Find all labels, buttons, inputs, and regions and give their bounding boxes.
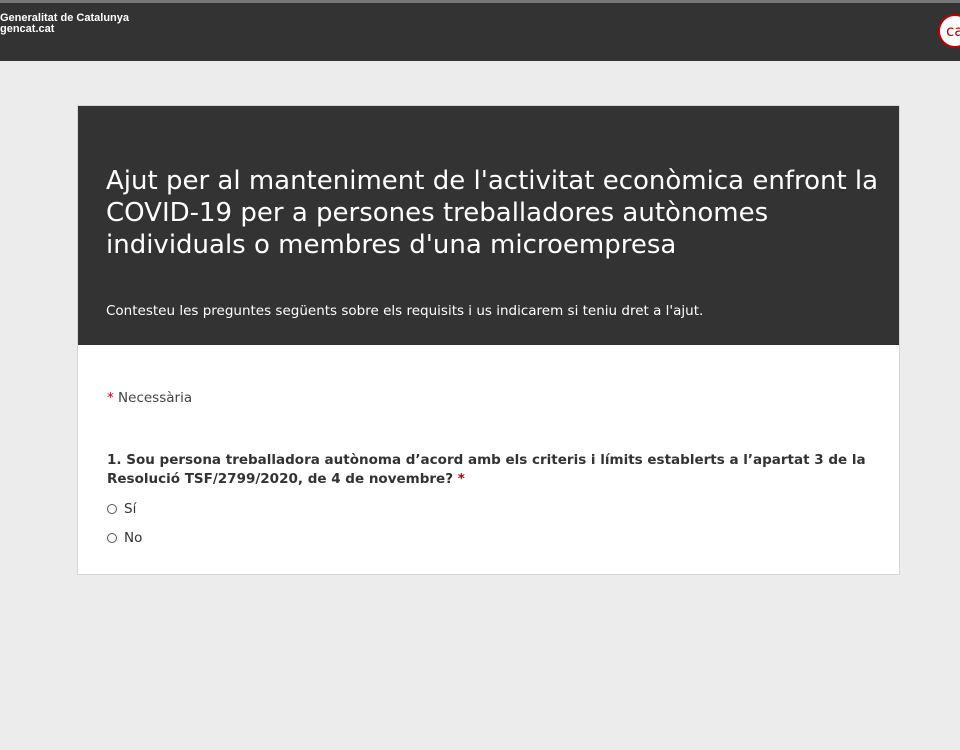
question-1-required-asterisk: * — [457, 471, 465, 487]
radio-no[interactable] — [107, 533, 117, 543]
radio-si[interactable] — [107, 504, 117, 514]
form-card: Ajut per al manteniment de l'activitat e… — [77, 105, 900, 575]
form-title: Ajut per al manteniment de l'activitat e… — [106, 166, 879, 260]
option-no-label: No — [124, 530, 143, 546]
form-header: Ajut per al manteniment de l'activitat e… — [78, 106, 899, 345]
required-note: * Necessària — [107, 390, 192, 406]
form-description: Contesteu les preguntes següents sobre e… — [106, 303, 704, 319]
question-1-text: 1. Sou persona treballadora autònoma d’a… — [107, 452, 866, 487]
required-asterisk: * — [107, 390, 114, 406]
brand-domain: gencat.cat — [0, 23, 55, 35]
top-bar: Generalitat de Catalunya gencat.cat ca — [0, 0, 960, 61]
question-1: 1. Sou persona treballadora autònoma d’a… — [107, 451, 877, 489]
option-si-label: Sí — [124, 501, 137, 517]
option-no[interactable]: No — [107, 530, 142, 546]
language-selector[interactable]: ca — [938, 14, 960, 48]
required-label: Necessària — [118, 390, 193, 406]
option-si[interactable]: Sí — [107, 501, 136, 517]
gencat-logo[interactable]: Generalitat de Catalunya gencat.cat — [0, 13, 129, 35]
